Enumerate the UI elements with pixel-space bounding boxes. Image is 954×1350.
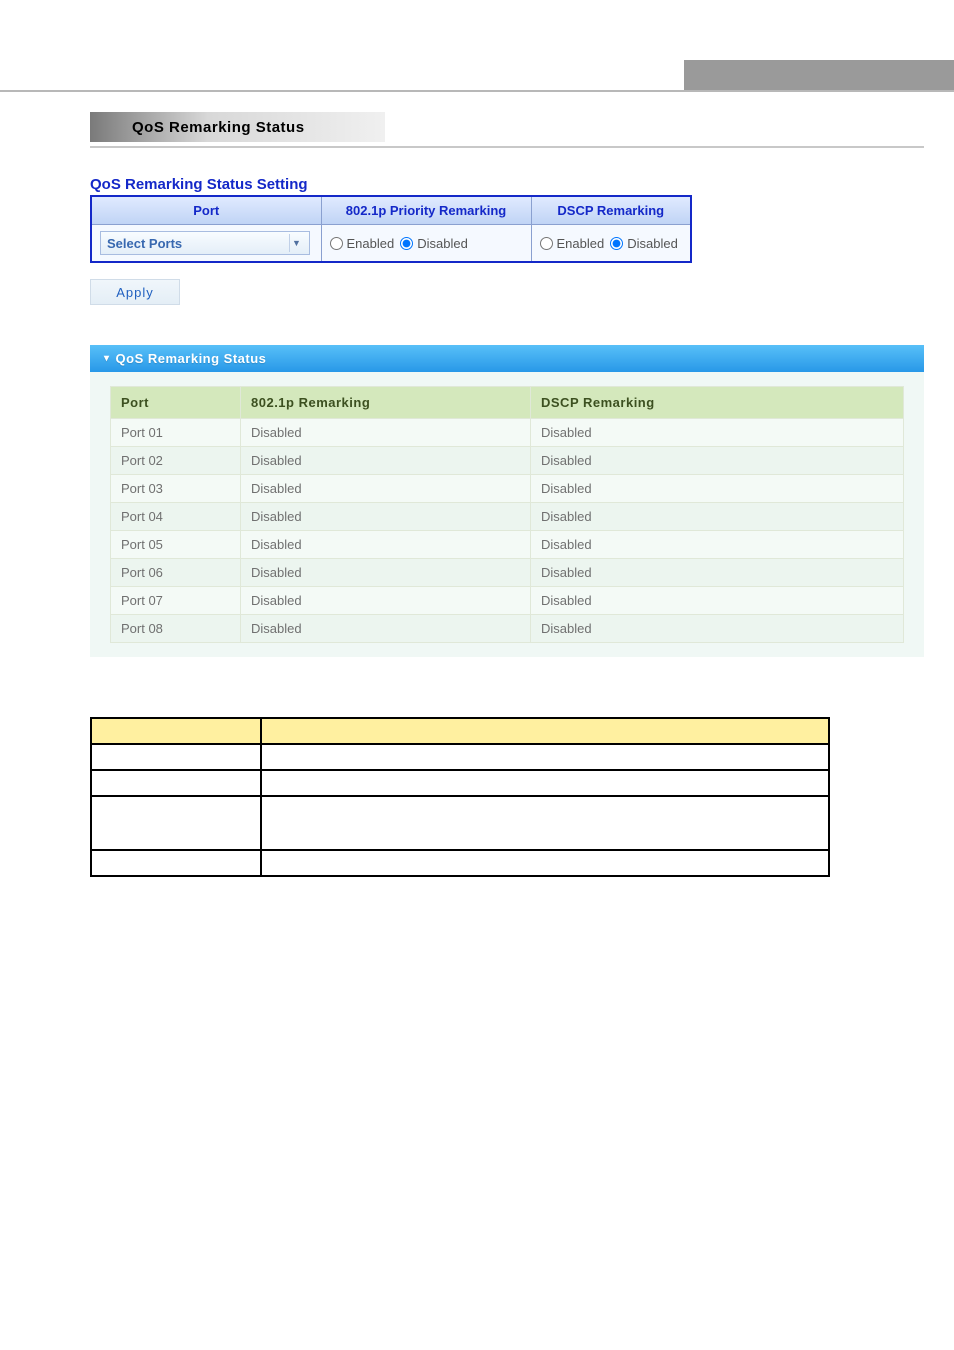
- dscp-radio-cell: Enabled Disabled: [531, 225, 691, 263]
- top-bar: [0, 60, 954, 90]
- legend-cell-label: [91, 850, 261, 876]
- status-cell-dscp: Disabled: [531, 587, 904, 615]
- legend-cell-label: [91, 770, 261, 796]
- page-title: QoS Remarking Status: [90, 112, 385, 142]
- chevron-down-icon: ▼: [289, 234, 303, 252]
- legend-row: [91, 744, 829, 770]
- port-select-cell: Select Ports ▼: [91, 225, 321, 263]
- dscp-enabled-radio[interactable]: [540, 237, 553, 250]
- status-cell-8021p: Disabled: [241, 475, 531, 503]
- 8021p-enabled-label: Enabled: [347, 236, 395, 251]
- status-cell-dscp: Disabled: [531, 531, 904, 559]
- table-row: Port 08DisabledDisabled: [111, 615, 904, 643]
- status-cell-port: Port 06: [111, 559, 241, 587]
- legend-table: [90, 717, 830, 877]
- status-header-8021p: 802.1p Remarking: [241, 387, 531, 419]
- title-divider: [90, 146, 924, 148]
- table-row: Port 05DisabledDisabled: [111, 531, 904, 559]
- section-title: QoS Remarking Status Setting: [90, 176, 924, 193]
- dscp-disabled-option[interactable]: Disabled: [610, 236, 678, 251]
- legend-cell-label: [91, 796, 261, 850]
- status-cell-port: Port 04: [111, 503, 241, 531]
- status-table: Port 802.1p Remarking DSCP Remarking Por…: [110, 386, 904, 643]
- status-cell-port: Port 01: [111, 419, 241, 447]
- status-header-port: Port: [111, 387, 241, 419]
- 8021p-radio-group: Enabled Disabled: [330, 236, 523, 251]
- legend-row: [91, 796, 829, 850]
- status-panel-header[interactable]: ▾ QoS Remarking Status: [90, 345, 924, 372]
- settings-header-dscp: DSCP Remarking: [531, 196, 691, 225]
- status-cell-8021p: Disabled: [241, 615, 531, 643]
- settings-header-8021p: 802.1p Priority Remarking: [321, 196, 531, 225]
- dscp-enabled-label: Enabled: [557, 236, 605, 251]
- top-bar-gray-block: [684, 60, 954, 90]
- table-row: Port 03DisabledDisabled: [111, 475, 904, 503]
- apply-button[interactable]: Apply: [90, 279, 180, 305]
- status-cell-8021p: Disabled: [241, 503, 531, 531]
- port-select-dropdown[interactable]: Select Ports ▼: [100, 231, 310, 255]
- status-panel: ▾ QoS Remarking Status Port 802.1p Remar…: [90, 345, 924, 657]
- legend-header-desc: [261, 718, 829, 744]
- dscp-disabled-radio[interactable]: [610, 237, 623, 250]
- status-cell-dscp: Disabled: [531, 503, 904, 531]
- status-cell-dscp: Disabled: [531, 475, 904, 503]
- port-select-placeholder: Select Ports: [107, 236, 182, 251]
- 8021p-disabled-radio[interactable]: [400, 237, 413, 250]
- status-cell-8021p: Disabled: [241, 559, 531, 587]
- table-row: Port 02DisabledDisabled: [111, 447, 904, 475]
- apply-button-label: Apply: [116, 285, 154, 300]
- dscp-disabled-label: Disabled: [627, 236, 678, 251]
- status-cell-dscp: Disabled: [531, 615, 904, 643]
- status-panel-title: QoS Remarking Status: [116, 351, 267, 366]
- settings-header-port: Port: [91, 196, 321, 225]
- status-cell-dscp: Disabled: [531, 419, 904, 447]
- dscp-radio-group: Enabled Disabled: [540, 236, 683, 251]
- status-panel-body: Port 802.1p Remarking DSCP Remarking Por…: [90, 372, 924, 657]
- 8021p-enabled-radio[interactable]: [330, 237, 343, 250]
- status-cell-port: Port 02: [111, 447, 241, 475]
- table-row: Port 04DisabledDisabled: [111, 503, 904, 531]
- 8021p-radio-cell: Enabled Disabled: [321, 225, 531, 263]
- status-cell-port: Port 08: [111, 615, 241, 643]
- table-row: Port 01DisabledDisabled: [111, 419, 904, 447]
- table-row: Port 06DisabledDisabled: [111, 559, 904, 587]
- status-cell-port: Port 07: [111, 587, 241, 615]
- status-cell-8021p: Disabled: [241, 587, 531, 615]
- settings-table: Port 802.1p Priority Remarking DSCP Rema…: [90, 195, 692, 263]
- status-cell-dscp: Disabled: [531, 559, 904, 587]
- legend-row: [91, 770, 829, 796]
- legend-header-label: [91, 718, 261, 744]
- 8021p-enabled-option[interactable]: Enabled: [330, 236, 395, 251]
- status-header-dscp: DSCP Remarking: [531, 387, 904, 419]
- legend-cell-desc: [261, 796, 829, 850]
- page-title-text: QoS Remarking Status: [132, 119, 305, 136]
- legend-cell-label: [91, 744, 261, 770]
- status-cell-8021p: Disabled: [241, 419, 531, 447]
- status-cell-8021p: Disabled: [241, 447, 531, 475]
- status-cell-port: Port 05: [111, 531, 241, 559]
- legend-row: [91, 850, 829, 876]
- chevron-down-icon: ▾: [104, 353, 110, 364]
- 8021p-disabled-option[interactable]: Disabled: [400, 236, 468, 251]
- status-cell-8021p: Disabled: [241, 531, 531, 559]
- legend-cell-desc: [261, 744, 829, 770]
- 8021p-disabled-label: Disabled: [417, 236, 468, 251]
- legend-cell-desc: [261, 770, 829, 796]
- table-row: Port 07DisabledDisabled: [111, 587, 904, 615]
- dscp-enabled-option[interactable]: Enabled: [540, 236, 605, 251]
- status-cell-dscp: Disabled: [531, 447, 904, 475]
- status-cell-port: Port 03: [111, 475, 241, 503]
- legend-cell-desc: [261, 850, 829, 876]
